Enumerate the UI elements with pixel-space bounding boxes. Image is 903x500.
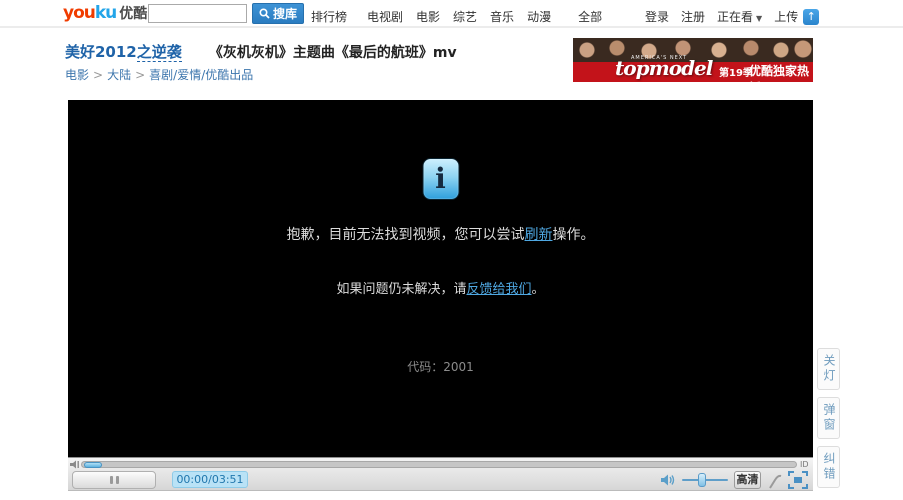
nav-link-anime[interactable]: 动漫	[527, 8, 551, 25]
breadcrumb-separator: >	[93, 68, 103, 82]
nav-user-area: 登录 注册 正在看▼ 上传 ↑	[645, 8, 819, 25]
nav-link-all[interactable]: 全部	[578, 8, 602, 25]
hd-quality-button[interactable]: 高清	[734, 471, 761, 489]
fullscreen-icon[interactable]	[788, 471, 808, 489]
logo-chinese: 优酷	[119, 6, 147, 22]
nav-link-ranking[interactable]: 排行榜	[311, 8, 347, 25]
mini-speaker-icon	[70, 460, 80, 469]
info-icon: i	[422, 158, 459, 200]
error-message-line1: 抱歉，目前无法找到视频，您可以尝试刷新操作。	[68, 224, 813, 244]
nav-link-variety[interactable]: 综艺	[453, 8, 477, 25]
top-navigation-bar: youku优酷 搜库 排行榜 电视剧 电影 综艺 音乐 动漫 全部 登录 注册 …	[0, 0, 903, 28]
player-control-bar: ID 00:00/03:51 高清	[68, 457, 813, 491]
page: youku优酷 搜库 排行榜 电视剧 电影 综艺 音乐 动漫 全部 登录 注册 …	[0, 0, 903, 500]
series-title-link[interactable]: 美好2012之逆袭	[65, 43, 182, 62]
video-player-area: i 抱歉，目前无法找到视频，您可以尝试刷新操作。 如果问题仍未解决，请反馈给我们…	[68, 100, 813, 457]
feedback-link[interactable]: 反馈给我们	[466, 282, 531, 297]
nav-category-links: 电视剧 电影 综艺 音乐 动漫 全部	[367, 8, 602, 25]
error-line1-post: 操作。	[553, 227, 595, 243]
error-line2-pre: 如果问题仍未解决，请	[336, 282, 466, 297]
video-title-row: 美好2012之逆袭 《灰机灰机》主题曲《最后的航班》mv	[65, 41, 457, 62]
breadcrumb-movie[interactable]: 电影	[65, 68, 89, 82]
banner-ad-top-model[interactable]: AMERICA'S NEXT topmodel 第19季 优酷独家热播	[573, 38, 813, 82]
error-line1-pre: 抱歉，目前无法找到视频，您可以尝试	[287, 227, 525, 243]
refresh-link[interactable]: 刷新	[525, 227, 553, 243]
series-title-plain: 美好2012	[65, 43, 137, 61]
series-title-keyword: 之逆袭	[137, 43, 182, 62]
breadcrumb-genres[interactable]: 喜剧/爱情/优酷出品	[149, 68, 253, 82]
breadcrumb-separator: >	[135, 68, 145, 82]
logo-ku: ku	[95, 3, 116, 23]
banner-promo-text: 优酷独家热播	[749, 62, 813, 82]
breadcrumb-mainland[interactable]: 大陆	[107, 68, 131, 82]
breadcrumb: 电影 > 大陆 > 喜剧/爱情/优酷出品	[65, 66, 253, 83]
banner-season-text: 第19季	[719, 64, 753, 79]
chevron-down-icon: ▼	[756, 14, 762, 23]
nav-link-movie[interactable]: 电影	[416, 8, 440, 25]
nav-link-music[interactable]: 音乐	[490, 8, 514, 25]
nav-link-tv[interactable]: 电视剧	[367, 8, 403, 25]
seek-end-label: ID	[800, 460, 809, 469]
report-error-button[interactable]: 纠错	[817, 446, 840, 488]
volume-speaker-icon[interactable]	[660, 473, 676, 487]
info-icon-glyph: i	[435, 165, 446, 193]
search-icon	[259, 8, 270, 19]
seek-handle[interactable]	[84, 462, 102, 468]
upload-arrow-icon[interactable]: ↑	[803, 9, 819, 25]
error-code: 代码：2001	[68, 358, 813, 375]
pause-icon	[110, 476, 113, 484]
youku-logo[interactable]: youku优酷	[63, 3, 147, 23]
screen-adjust-icon[interactable]	[767, 472, 782, 489]
popup-player-button[interactable]: 弹窗	[817, 397, 840, 439]
pause-button[interactable]	[72, 471, 156, 489]
banner-title-text: topmodel	[615, 56, 712, 80]
upload-link[interactable]: 上传	[774, 8, 798, 25]
right-controls: 高清	[660, 470, 808, 490]
episode-subtitle: 《灰机灰机》主题曲《最后的航班》mv	[209, 45, 457, 61]
volume-slider[interactable]	[682, 473, 728, 487]
search-button-label: 搜库	[273, 5, 297, 22]
error-line2-post: 。	[532, 282, 545, 297]
search-button[interactable]: 搜库	[252, 3, 304, 24]
watching-label: 正在看	[717, 10, 753, 24]
login-link[interactable]: 登录	[645, 8, 669, 25]
seek-bar[interactable]	[81, 461, 797, 468]
pause-icon	[116, 476, 119, 484]
search-input[interactable]	[148, 4, 247, 23]
logo-you: you	[63, 3, 95, 23]
time-display: 00:00/03:51	[172, 471, 248, 488]
watching-dropdown[interactable]: 正在看▼	[717, 8, 762, 25]
error-message-line2: 如果问题仍未解决，请反馈给我们。	[68, 278, 813, 297]
register-link[interactable]: 注册	[681, 8, 705, 25]
lights-off-button[interactable]: 关灯	[817, 348, 840, 390]
volume-slider-handle[interactable]	[698, 473, 706, 487]
